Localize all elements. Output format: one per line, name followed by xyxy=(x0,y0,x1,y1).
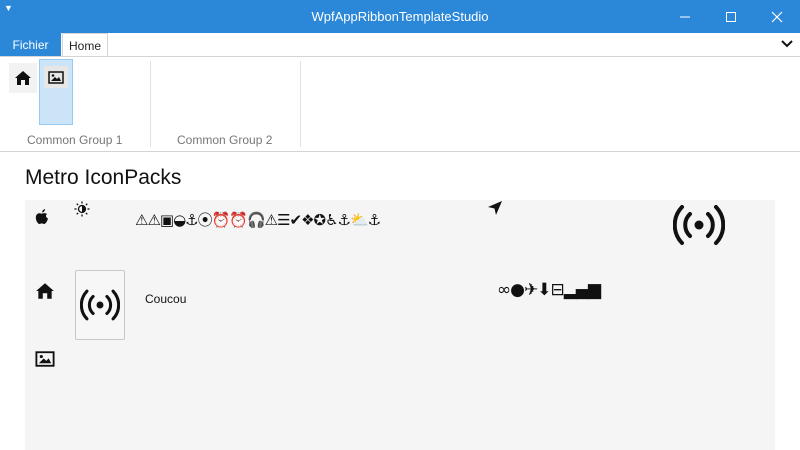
broadcast-icon xyxy=(80,289,120,321)
group-separator xyxy=(300,61,301,147)
ribbon-collapse-button[interactable] xyxy=(780,37,794,55)
close-icon xyxy=(771,11,783,22)
ribbon-image-button[interactable] xyxy=(39,59,73,125)
broadcast-tile-button[interactable] xyxy=(75,270,125,340)
brightness-icon xyxy=(74,201,90,217)
image-icon xyxy=(48,70,64,84)
group-label-common-2: Common Group 2 xyxy=(177,133,273,147)
tile-label: Coucou xyxy=(145,292,187,306)
minimize-icon xyxy=(680,16,690,17)
icon-panel: ⚠⚠▣◒⚓⦿⏰⏰🎧⚠☰✔❖✪♿⚓⛅⚓ Coucou ∞●✈⬇⊟▂▄▆ xyxy=(25,200,775,450)
broadcast-icon-large xyxy=(673,205,725,245)
file-tab[interactable]: Fichier xyxy=(0,33,61,57)
navigation-arrow-icon xyxy=(488,201,502,215)
title-bar: ▼ WpfAppRibbonTemplateStudio xyxy=(0,0,800,33)
home-icon xyxy=(36,283,54,299)
apple-icon xyxy=(35,209,48,224)
close-button[interactable] xyxy=(754,0,800,33)
icon-strip-2: ∞●✈⬇⊟▂▄▆ xyxy=(497,280,601,300)
icon-strip-1: ⚠⚠▣◒⚓⦿⏰⏰🎧⚠☰✔❖✪♿⚓⛅⚓ xyxy=(135,211,381,229)
group-separator xyxy=(150,61,151,147)
ribbon-panel: Common Group 1 Common Group 2 xyxy=(0,56,800,152)
minimize-button[interactable] xyxy=(662,0,708,33)
image-icon xyxy=(35,351,55,367)
maximize-button[interactable] xyxy=(708,0,754,33)
tab-home[interactable]: Home xyxy=(62,33,108,57)
ribbon-home-button[interactable] xyxy=(9,63,37,93)
ribbon-tab-row: Fichier Home xyxy=(0,33,800,57)
maximize-icon xyxy=(726,11,736,22)
group-label-common-1: Common Group 1 xyxy=(27,133,123,147)
home-icon xyxy=(15,71,31,85)
chevron-down-icon xyxy=(781,40,793,48)
page-title: Metro IconPacks xyxy=(25,166,182,189)
ribbon-image-button-frame xyxy=(44,66,68,88)
